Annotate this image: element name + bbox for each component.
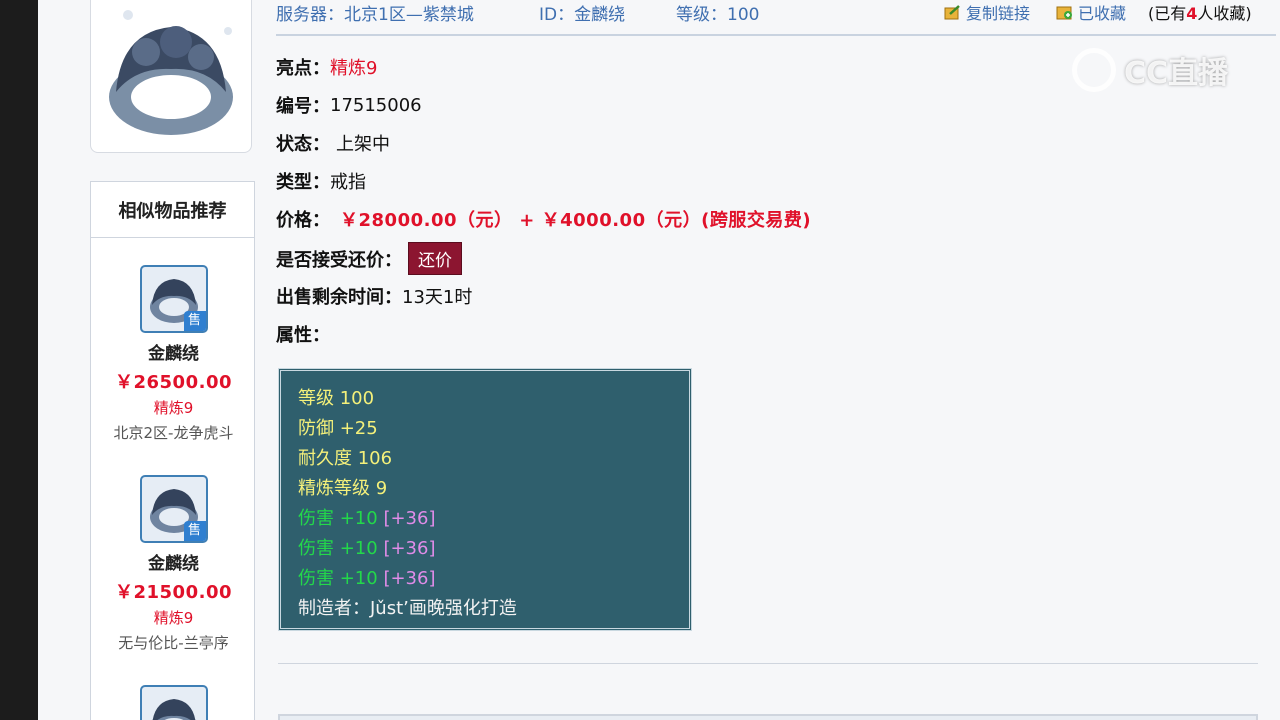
similar-item-thumb[interactable]: 售 [139,475,208,543]
attributes-label: 属性： [276,325,330,346]
item-main-image [90,0,252,153]
price-value: ￥28000.00（元） + ￥4000.00（元）(跨服交易费) [340,210,812,231]
attr-extra: [+36] [383,538,436,559]
stream-watermark: CC直播 [1072,48,1228,92]
server-label: 服务器：北京1区—紫禁城 [276,5,474,25]
similar-item[interactable]: 售 金麟绕 ￥21500.00 精炼9 无与伦比-兰亭序 [91,475,256,653]
highlight-row: 亮点： 精炼9 [276,54,377,80]
similar-items-title: 相似物品推荐 [91,182,254,238]
remaining-time-row: 出售剩余时间： 13天1时 [276,283,472,309]
attributes-panel: 等级 100 防御 +25 耐久度 106 精炼等级 9 伤害 +10 [+36… [278,368,692,631]
watermark-logo-icon [1072,48,1116,92]
favorite-button[interactable]: 已收藏 [1056,0,1126,24]
item-header-bar: 服务器：北京1区—紫禁城 ID：金麟绕 等级：100 复制链接 已收藏 (已有4… [276,0,1276,36]
counter-offer-label: 是否接受还价： [276,249,402,271]
attr-line: 耐久度 106 [298,444,689,474]
similar-item[interactable] [91,685,256,720]
attr-line: 制造者：Jǔst’画晚强化打造 [298,594,689,624]
price-row: 价格： ￥28000.00（元） + ￥4000.00（元）(跨服交易费) [276,206,811,232]
attr-extra: [+36] [383,508,436,529]
watermark-text: CC直播 [1124,56,1229,91]
fav-count-number: 4 [1186,4,1198,23]
seller-id-label: ID：金麟绕 [539,5,626,25]
attr-text: 伤害 +10 [298,508,378,529]
similar-items-panel: 相似物品推荐 售 金麟绕 ￥26500.00 精炼9 北京2区-龙争虎斗 售 金… [90,181,255,720]
favorite-count: (已有4人收藏) [1148,0,1252,24]
favorite-label: 已收藏 [1078,4,1127,23]
remaining-time-label: 出售剩余时间： [276,287,402,308]
attr-text: 耐久度 106 [298,448,393,469]
sell-badge: 售 [183,521,206,541]
level-label: 等级：100 [676,5,760,25]
counter-offer-button[interactable]: 还价 [408,242,462,275]
attributes-row: 属性： [276,321,330,347]
status-value: 上架中 [336,134,390,155]
attr-line: 伤害 +10 [+36] [298,504,689,534]
attr-line: 伤害 +10 [+36] [298,534,689,564]
fav-count-suffix: 人收藏) [1197,4,1252,23]
similar-item-name[interactable]: 金麟绕 [91,549,256,574]
type-value: 戒指 [330,172,366,193]
status-label: 状态： [276,134,330,155]
attr-line: 精炼等级 9 [298,474,689,504]
fav-count-prefix: (已有 [1148,4,1187,23]
ring-icon [151,699,196,720]
sell-badge: 售 [183,311,206,331]
attr-text: 制造者：Jǔst’画晚强化打造 [298,598,517,619]
status-row: 状态： 上架中 [276,130,390,156]
attr-line: 防御 +25 [298,414,689,444]
similar-item-price: ￥26500.00 [114,372,232,393]
attr-line: 伤害 +10 [+36] [298,564,689,594]
remaining-time-value: 13天1时 [402,287,473,308]
price-label: 价格： [276,210,330,231]
similar-item-refine: 精炼9 [153,609,194,627]
attr-text: 伤害 +10 [298,538,378,559]
similar-item-refine: 精炼9 [153,399,194,417]
attr-text: 精炼等级 9 [298,478,388,499]
ring-icon [109,9,233,135]
similar-item-thumb[interactable]: 售 [139,265,208,333]
attr-text: 等级 100 [298,388,375,409]
counter-offer-row: 是否接受还价： 还价 [276,242,462,275]
attr-line: 等级 100 [298,384,689,414]
section-divider [278,663,1258,664]
highlight-value: 精炼9 [330,58,378,79]
attr-text: 防御 +25 [298,418,378,439]
copy-link-label: 复制链接 [966,4,1031,23]
number-value: 17515006 [330,94,422,116]
similar-item-price: ￥21500.00 [114,582,232,603]
attr-extra: [+36] [383,568,436,589]
similar-item-name[interactable]: 金麟绕 [91,339,256,364]
type-label: 类型： [276,172,330,193]
similar-item[interactable]: 售 金麟绕 ￥26500.00 精炼9 北京2区-龙争虎斗 [91,265,256,443]
number-label: 编号： [276,96,330,117]
copy-link-icon [944,5,960,20]
favorite-icon [1056,6,1072,20]
type-row: 类型： 戒指 [276,168,366,194]
listing-page: 相似物品推荐 售 金麟绕 ￥26500.00 精炼9 北京2区-龙争虎斗 售 金… [38,0,1280,720]
similar-item-thumb[interactable] [139,685,208,720]
copy-link-button[interactable]: 复制链接 [944,0,1030,24]
highlight-label: 亮点： [276,58,330,79]
bottom-panel [278,714,1258,720]
attr-text: 伤害 +10 [298,568,378,589]
similar-item-server: 北京2区-龙争虎斗 [113,424,234,442]
similar-item-server: 无与伦比-兰亭序 [118,634,229,652]
number-row: 编号： 17515006 [276,92,422,118]
